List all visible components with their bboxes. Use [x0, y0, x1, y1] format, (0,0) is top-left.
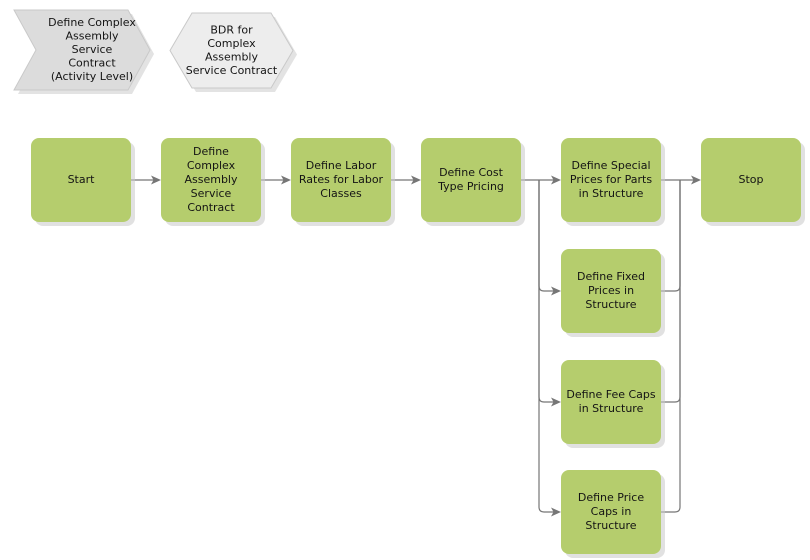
flowchart-svg: Define Complex Assembly Service Contract (Ac…	[13, 9, 805, 558]
conn-branch-to-fixed-prices-line	[538, 180, 555, 292]
task-start-label: Start	[68, 173, 96, 186]
task-define-cost-type-pricing-label: Define Cost Type Pricing	[437, 166, 504, 193]
task-define-fixed-prices-in-structure[interactable]: Define Fixed Prices in Structure	[561, 249, 665, 337]
header-shapes-layer: Define Complex Assembly Service Contract (Ac…	[13, 9, 297, 94]
conn-branch-to-price-caps	[538, 180, 561, 517]
header-bdr: BDR for Complex Assembly Service Contract	[169, 12, 297, 92]
conn-price-caps-to-stop	[661, 180, 681, 513]
conn-branch-to-fee-caps	[538, 180, 561, 407]
header-activity-level: Define Complex Assembly Service Contract (Ac…	[13, 9, 154, 94]
conn-special-prices-to-stop	[661, 175, 701, 185]
task-start[interactable]: Start	[31, 138, 135, 226]
task-define-fee-caps-in-structure-label: Define Fee Caps in Structure	[566, 388, 656, 415]
diagram-canvas: Define Complex Assembly Service Contract (Ac…	[0, 0, 810, 560]
conn-define-contract-to-labor-rates	[261, 175, 291, 185]
connectors-layer	[131, 175, 701, 517]
task-define-cost-type-pricing[interactable]: Define Cost Type Pricing	[421, 138, 525, 226]
conn-branch-to-fixed-prices	[538, 180, 561, 296]
conn-branch-to-price-caps-line	[538, 180, 555, 513]
conn-cost-type-to-special-prices	[521, 175, 561, 185]
conn-start-to-define-contract	[131, 175, 161, 185]
task-nodes-layer: Start Define Complex Assembly Service Contrac…	[31, 138, 805, 558]
task-define-labor-rates-for-labor-classes[interactable]: Define Labor Rates for Labor Classes	[291, 138, 395, 226]
task-define-special-prices-for-parts-in-structure-label: Define Special Prices for Parts in Structu…	[570, 159, 652, 200]
task-stop[interactable]: Stop	[701, 138, 805, 226]
task-define-complex-assembly-service-contract[interactable]: Define Complex Assembly Service Contract	[161, 138, 265, 226]
conn-price-caps-to-stop-line	[661, 180, 681, 513]
task-define-price-caps-in-structure[interactable]: Define Price Caps in Structure	[561, 470, 665, 558]
task-define-fee-caps-in-structure[interactable]: Define Fee Caps in Structure	[561, 360, 665, 448]
task-stop-label: Stop	[738, 173, 763, 186]
task-define-special-prices-for-parts-in-structure[interactable]: Define Special Prices for Parts in Structu…	[561, 138, 665, 226]
conn-labor-rates-to-cost-type	[391, 175, 421, 185]
